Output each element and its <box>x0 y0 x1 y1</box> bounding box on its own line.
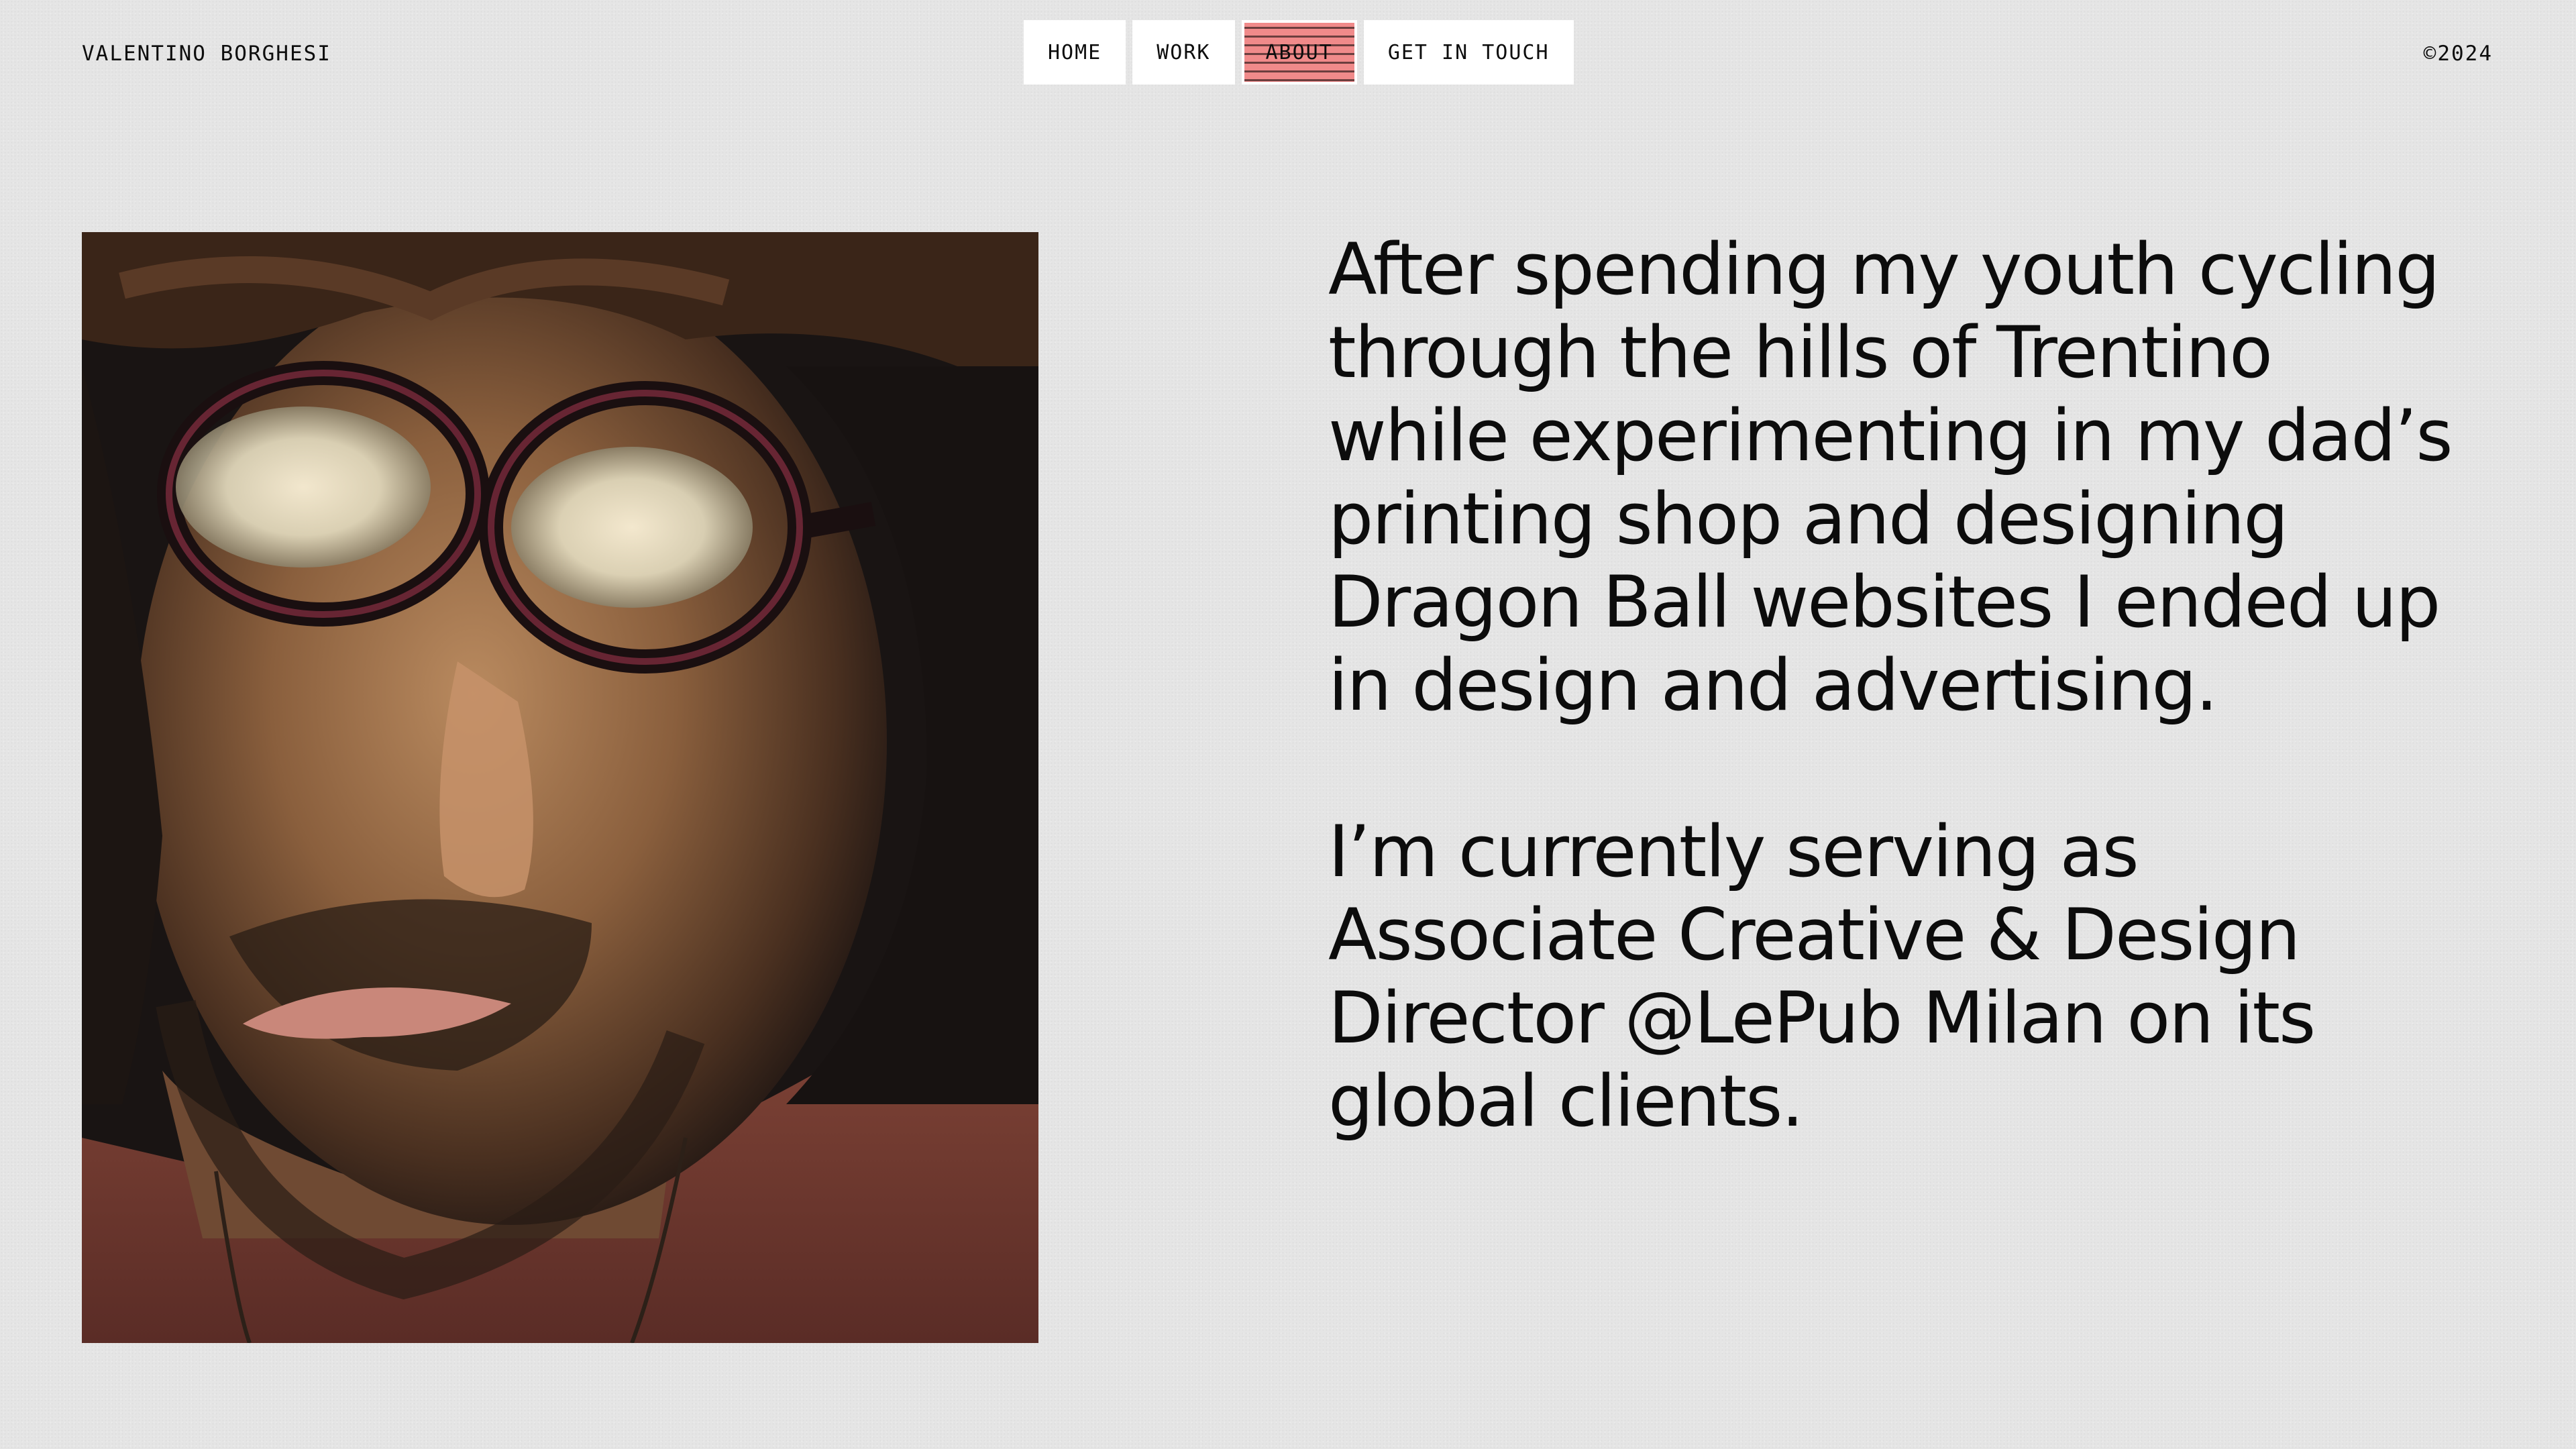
main-nav: HOME WORK ABOUT GET IN TOUCH <box>1024 20 1574 85</box>
bio-paragraph: After spending my youth cycling through … <box>1328 228 2453 727</box>
copyright: ©2024 <box>2423 42 2493 66</box>
bio-text: After spending my youth cycling through … <box>1328 228 2469 1226</box>
nav-home-button[interactable]: HOME <box>1024 20 1126 85</box>
portrait-photo <box>82 232 1038 1343</box>
portrait-illustration <box>82 232 1038 1343</box>
nav-work-button[interactable]: WORK <box>1132 20 1235 85</box>
nav-get-in-touch-button[interactable]: GET IN TOUCH <box>1363 20 1574 85</box>
nav-about-button[interactable]: ABOUT <box>1241 20 1357 85</box>
site-name[interactable]: VALENTINO BORGHESI <box>82 42 331 66</box>
bio-paragraph: I’m currently serving as Associate Creat… <box>1328 810 2316 1142</box>
